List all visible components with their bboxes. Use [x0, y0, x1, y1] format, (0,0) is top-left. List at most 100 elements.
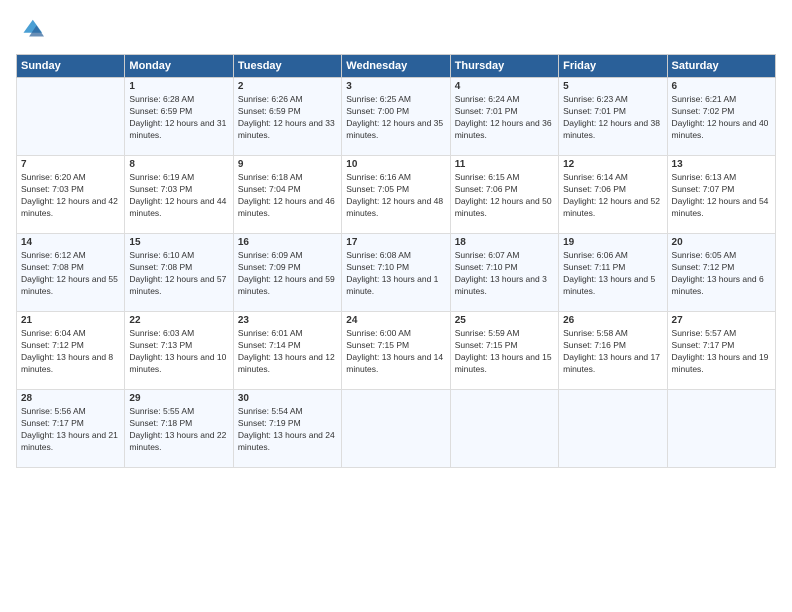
day-cell: 6 Sunrise: 6:21 AMSunset: 7:02 PMDaylight…: [667, 78, 775, 156]
header: [16, 16, 776, 44]
day-number: 10: [346, 159, 445, 170]
day-number: 12: [563, 159, 662, 170]
day-number: 15: [129, 237, 228, 248]
day-cell: 26 Sunrise: 5:58 AMSunset: 7:16 PMDayligh…: [559, 312, 667, 390]
page: SundayMondayTuesdayWednesdayThursdayFrid…: [0, 0, 792, 612]
day-cell: 2 Sunrise: 6:26 AMSunset: 6:59 PMDaylight…: [233, 78, 341, 156]
day-number: 13: [672, 159, 771, 170]
day-info: Sunrise: 6:24 AMSunset: 7:01 PMDaylight:…: [455, 94, 554, 142]
day-number: 1: [129, 81, 228, 92]
day-info: Sunrise: 6:18 AMSunset: 7:04 PMDaylight:…: [238, 172, 337, 220]
day-number: 14: [21, 237, 120, 248]
logo-icon: [16, 16, 44, 44]
day-number: 27: [672, 315, 771, 326]
day-cell: 16 Sunrise: 6:09 AMSunset: 7:09 PMDayligh…: [233, 234, 341, 312]
day-cell: [450, 390, 558, 468]
calendar-table: SundayMondayTuesdayWednesdayThursdayFrid…: [16, 54, 776, 468]
day-number: 28: [21, 393, 120, 404]
day-cell: 11Sunrise: 6:15 AMSunset: 7:06 PMDayligh…: [450, 156, 558, 234]
header-cell-monday: Monday: [125, 55, 233, 78]
day-number: 3: [346, 81, 445, 92]
header-cell-friday: Friday: [559, 55, 667, 78]
day-cell: 23 Sunrise: 6:01 AMSunset: 7:14 PMDayligh…: [233, 312, 341, 390]
day-number: 24: [346, 315, 445, 326]
day-number: 29: [129, 393, 228, 404]
day-info: Sunrise: 6:28 AMSunset: 6:59 PMDaylight:…: [129, 94, 228, 142]
week-row-1: 1 Sunrise: 6:28 AMSunset: 6:59 PMDaylight…: [17, 78, 776, 156]
week-row-5: 28 Sunrise: 5:56 AMSunset: 7:17 PMDayligh…: [17, 390, 776, 468]
day-info: Sunrise: 6:23 AMSunset: 7:01 PMDaylight:…: [563, 94, 662, 142]
header-row: SundayMondayTuesdayWednesdayThursdayFrid…: [17, 55, 776, 78]
day-info: Sunrise: 6:06 AMSunset: 7:11 PMDaylight:…: [563, 250, 662, 298]
day-info: Sunrise: 6:07 AMSunset: 7:10 PMDaylight:…: [455, 250, 554, 298]
day-number: 23: [238, 315, 337, 326]
day-cell: 3 Sunrise: 6:25 AMSunset: 7:00 PMDaylight…: [342, 78, 450, 156]
day-cell: [667, 390, 775, 468]
day-number: 30: [238, 393, 337, 404]
day-cell: 15 Sunrise: 6:10 AMSunset: 7:08 PMDayligh…: [125, 234, 233, 312]
day-info: Sunrise: 6:20 AMSunset: 7:03 PMDaylight:…: [21, 172, 120, 220]
day-cell: 27 Sunrise: 5:57 AMSunset: 7:17 PMDayligh…: [667, 312, 775, 390]
day-info: Sunrise: 5:59 AMSunset: 7:15 PMDaylight:…: [455, 328, 554, 376]
day-cell: [559, 390, 667, 468]
day-cell: 5Sunrise: 6:23 AMSunset: 7:01 PMDaylight…: [559, 78, 667, 156]
day-info: Sunrise: 6:01 AMSunset: 7:14 PMDaylight:…: [238, 328, 337, 376]
day-number: 7: [21, 159, 120, 170]
day-info: Sunrise: 5:58 AMSunset: 7:16 PMDaylight:…: [563, 328, 662, 376]
day-info: Sunrise: 6:09 AMSunset: 7:09 PMDaylight:…: [238, 250, 337, 298]
day-number: 8: [129, 159, 228, 170]
header-cell-sunday: Sunday: [17, 55, 125, 78]
day-info: Sunrise: 6:16 AMSunset: 7:05 PMDaylight:…: [346, 172, 445, 220]
day-cell: 1 Sunrise: 6:28 AMSunset: 6:59 PMDaylight…: [125, 78, 233, 156]
day-info: Sunrise: 5:57 AMSunset: 7:17 PMDaylight:…: [672, 328, 771, 376]
day-info: Sunrise: 6:08 AMSunset: 7:10 PMDaylight:…: [346, 250, 445, 298]
day-number: 21: [21, 315, 120, 326]
week-row-4: 21 Sunrise: 6:04 AMSunset: 7:12 PMDayligh…: [17, 312, 776, 390]
day-info: Sunrise: 6:19 AMSunset: 7:03 PMDaylight:…: [129, 172, 228, 220]
day-number: 18: [455, 237, 554, 248]
day-number: 4: [455, 81, 554, 92]
day-info: Sunrise: 6:26 AMSunset: 6:59 PMDaylight:…: [238, 94, 337, 142]
day-number: 2: [238, 81, 337, 92]
day-cell: 17Sunrise: 6:08 AMSunset: 7:10 PMDayligh…: [342, 234, 450, 312]
header-cell-wednesday: Wednesday: [342, 55, 450, 78]
week-row-3: 14 Sunrise: 6:12 AMSunset: 7:08 PMDayligh…: [17, 234, 776, 312]
day-info: Sunrise: 6:10 AMSunset: 7:08 PMDaylight:…: [129, 250, 228, 298]
day-number: 16: [238, 237, 337, 248]
day-cell: 29 Sunrise: 5:55 AMSunset: 7:18 PMDayligh…: [125, 390, 233, 468]
day-number: 9: [238, 159, 337, 170]
day-number: 22: [129, 315, 228, 326]
day-number: 19: [563, 237, 662, 248]
day-info: Sunrise: 6:12 AMSunset: 7:08 PMDaylight:…: [21, 250, 120, 298]
day-cell: 14 Sunrise: 6:12 AMSunset: 7:08 PMDayligh…: [17, 234, 125, 312]
day-number: 26: [563, 315, 662, 326]
day-info: Sunrise: 5:56 AMSunset: 7:17 PMDaylight:…: [21, 406, 120, 454]
day-cell: 4 Sunrise: 6:24 AMSunset: 7:01 PMDaylight…: [450, 78, 558, 156]
header-cell-thursday: Thursday: [450, 55, 558, 78]
day-info: Sunrise: 6:04 AMSunset: 7:12 PMDaylight:…: [21, 328, 120, 376]
day-cell: 8 Sunrise: 6:19 AMSunset: 7:03 PMDaylight…: [125, 156, 233, 234]
day-cell: 7 Sunrise: 6:20 AMSunset: 7:03 PMDaylight…: [17, 156, 125, 234]
day-number: 11: [455, 159, 554, 170]
header-cell-tuesday: Tuesday: [233, 55, 341, 78]
day-cell: 21 Sunrise: 6:04 AMSunset: 7:12 PMDayligh…: [17, 312, 125, 390]
day-cell: 22Sunrise: 6:03 AMSunset: 7:13 PMDayligh…: [125, 312, 233, 390]
day-info: Sunrise: 6:14 AMSunset: 7:06 PMDaylight:…: [563, 172, 662, 220]
day-cell: [342, 390, 450, 468]
day-cell: 10 Sunrise: 6:16 AMSunset: 7:05 PMDayligh…: [342, 156, 450, 234]
day-info: Sunrise: 5:55 AMSunset: 7:18 PMDaylight:…: [129, 406, 228, 454]
day-cell: 18 Sunrise: 6:07 AMSunset: 7:10 PMDayligh…: [450, 234, 558, 312]
day-cell: 20Sunrise: 6:05 AMSunset: 7:12 PMDayligh…: [667, 234, 775, 312]
day-info: Sunrise: 6:21 AMSunset: 7:02 PMDaylight:…: [672, 94, 771, 142]
day-number: 6: [672, 81, 771, 92]
day-info: Sunrise: 6:13 AMSunset: 7:07 PMDaylight:…: [672, 172, 771, 220]
day-info: Sunrise: 6:25 AMSunset: 7:00 PMDaylight:…: [346, 94, 445, 142]
day-info: Sunrise: 6:00 AMSunset: 7:15 PMDaylight:…: [346, 328, 445, 376]
day-cell: 30 Sunrise: 5:54 AMSunset: 7:19 PMDayligh…: [233, 390, 341, 468]
day-info: Sunrise: 5:54 AMSunset: 7:19 PMDaylight:…: [238, 406, 337, 454]
day-number: 25: [455, 315, 554, 326]
day-cell: 28 Sunrise: 5:56 AMSunset: 7:17 PMDayligh…: [17, 390, 125, 468]
day-cell: [17, 78, 125, 156]
week-row-2: 7 Sunrise: 6:20 AMSunset: 7:03 PMDaylight…: [17, 156, 776, 234]
day-cell: 12 Sunrise: 6:14 AMSunset: 7:06 PMDayligh…: [559, 156, 667, 234]
